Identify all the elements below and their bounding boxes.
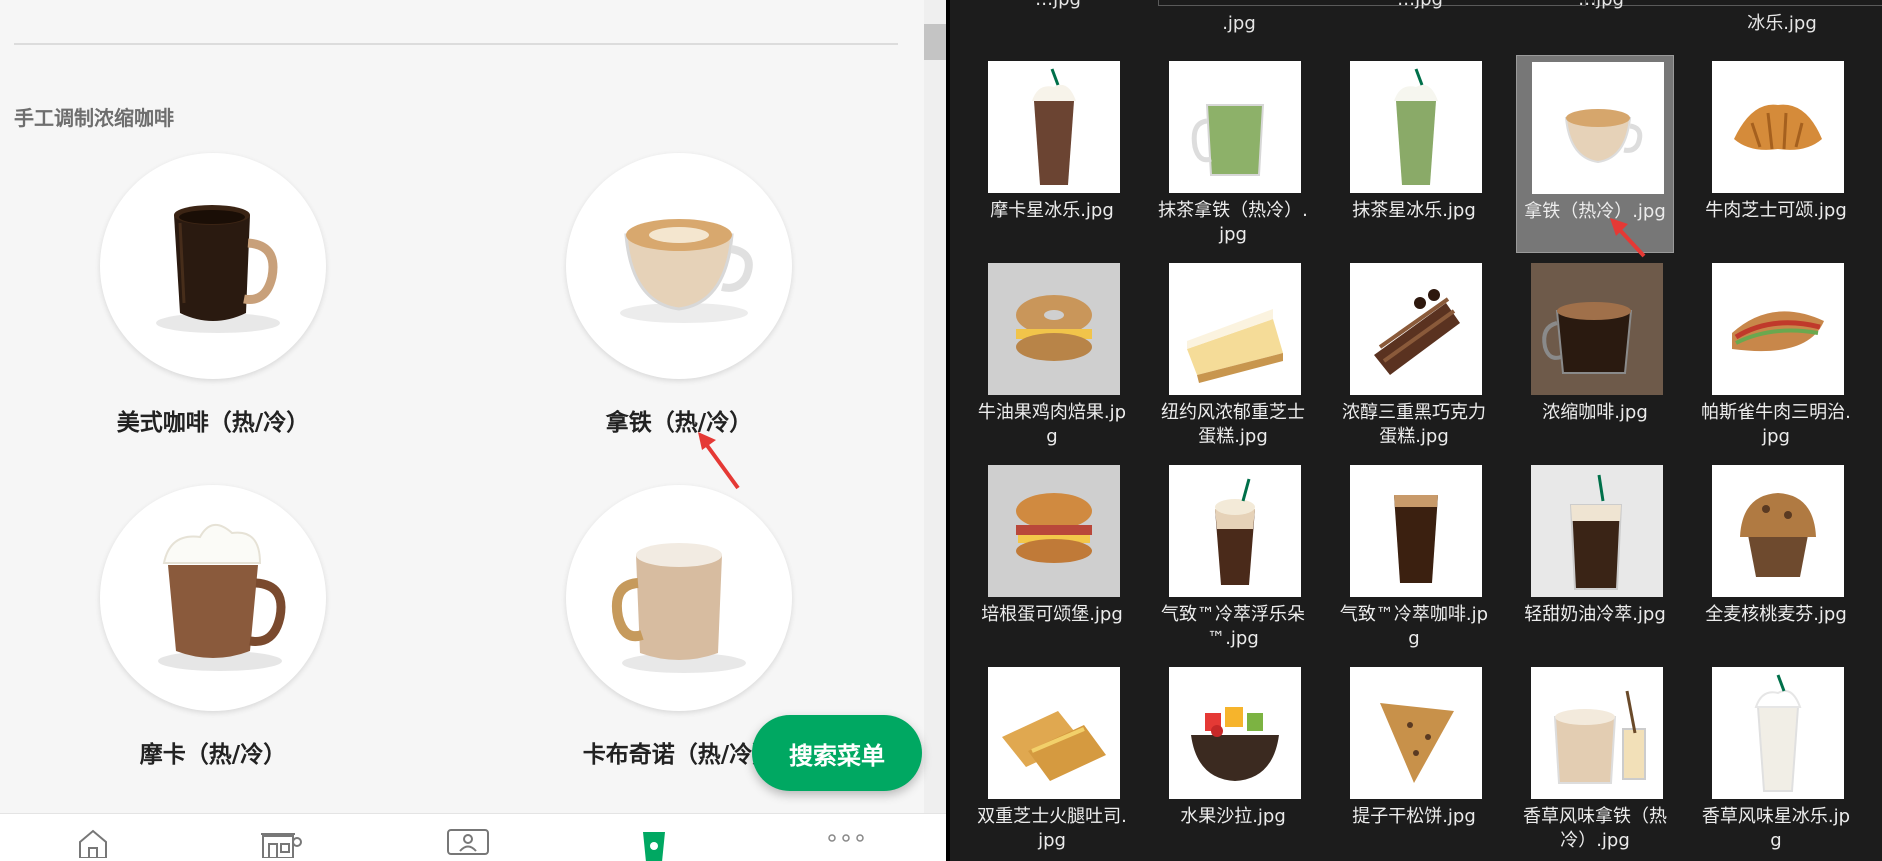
section-title: 手工调制浓缩咖啡 [14, 106, 174, 130]
muffin-thumbnail [1712, 465, 1844, 597]
file-tile-scone[interactable]: 提子干松饼.jpg [1335, 661, 1493, 859]
file-name-label: 纽约风浓郁重芝士蛋糕.jpg [1161, 402, 1305, 447]
file-name-label: 帕斯雀牛肉三明治.jpg [1701, 402, 1851, 447]
partial-file-label: …jpg [1513, 0, 1689, 12]
file-tile-bagel[interactable]: 牛油果鸡肉焙果.jpg [973, 257, 1131, 455]
file-tile-ham-toast[interactable]: 双重芝士火腿吐司.jpg [973, 661, 1131, 859]
file-name-label: 浓醇三重黑巧克力蛋糕.jpg [1342, 402, 1486, 447]
chocolate-cake-thumbnail [1350, 263, 1482, 395]
file-name-label: 轻甜奶油冷萃.jpg [1524, 604, 1666, 625]
bagel-thumbnail [988, 263, 1120, 395]
file-explorer-panel: …jpg .jpg …jpg …jpg 冰乐.jpg 摩卡星冰乐.jpg 抹茶拿铁… [950, 0, 1882, 861]
bottom-navigation [0, 813, 946, 861]
more-icon [828, 834, 864, 842]
nitro-float-thumbnail [1169, 465, 1301, 597]
vanilla-frappuccino-thumbnail [1712, 667, 1844, 799]
menu-item-latte[interactable]: 拿铁（热/冷） [498, 153, 858, 453]
store-icon [261, 833, 302, 858]
menu-item-americano[interactable]: 美式咖啡（热/冷） [32, 153, 392, 453]
file-name-label: 拿铁（热冷）.jpg [1524, 201, 1666, 222]
file-tile-vanilla-latte[interactable]: 香草风味拿铁（热冷）.jpg [1516, 661, 1674, 859]
nav-store[interactable] [242, 814, 322, 861]
scone-thumbnail [1350, 667, 1482, 799]
cup-icon [643, 832, 665, 861]
scrollbar-track[interactable] [924, 0, 946, 813]
ham-toast-thumbnail [988, 667, 1120, 799]
profile-card-icon [447, 829, 489, 855]
mocha-frappuccino-thumbnail [988, 61, 1120, 193]
nav-menu[interactable] [614, 814, 694, 861]
americano-image [100, 153, 326, 379]
file-name-label: 抹茶拿铁（热冷）.jpg [1158, 200, 1308, 245]
sandwich-thumbnail [1712, 263, 1844, 395]
file-name-label: 全麦核桃麦芬.jpg [1705, 604, 1847, 625]
nav-account[interactable] [428, 814, 508, 861]
file-name-label: 牛油果鸡肉焙果.jpg [977, 402, 1127, 447]
cold-brew-cream-thumbnail [1531, 465, 1663, 597]
partial-file-label: …jpg [1332, 0, 1508, 12]
file-name-label: 水果沙拉.jpg [1180, 806, 1286, 827]
file-name-label: 香草风味星冰乐.jpg [1701, 806, 1851, 851]
file-tile-vanilla-frappuccino[interactable]: 香草风味星冰乐.jpg [1697, 661, 1855, 859]
file-tile-nitro-float[interactable]: 气致™冷萃浮乐朵™.jpg [1154, 459, 1312, 657]
partial-file-label: .jpg [1222, 13, 1256, 34]
file-tile-croissant[interactable]: 牛肉芝士可颂.jpg [1697, 55, 1855, 253]
latte-thumbnail [1532, 62, 1664, 194]
file-tile-sandwich[interactable]: 帕斯雀牛肉三明治.jpg [1697, 257, 1855, 455]
file-tile-matcha-latte[interactable]: 抹茶拿铁（热冷）.jpg [1154, 55, 1312, 253]
home-icon [79, 829, 107, 858]
file-tile-cold-brew-cream[interactable]: 轻甜奶油冷萃.jpg [1516, 459, 1674, 657]
file-tile-matcha-frappuccino[interactable]: 抹茶星冰乐.jpg [1335, 55, 1493, 253]
vanilla-latte-thumbnail [1531, 667, 1663, 799]
file-name-label: 香草风味拿铁（热冷）.jpg [1523, 806, 1667, 851]
divider-line [14, 43, 898, 45]
nav-more[interactable] [806, 814, 886, 861]
latte-image [566, 153, 792, 379]
file-tile-bacon-croissant[interactable]: 培根蛋可颂堡.jpg [973, 459, 1131, 657]
menu-item-name: 摩卡（热/冷） [139, 742, 287, 768]
file-name-label: 气致™冷萃咖啡.jpg [1339, 604, 1489, 649]
file-name-label: 摩卡星冰乐.jpg [990, 200, 1114, 221]
file-tile-chocolate-cake[interactable]: 浓醇三重黑巧克力蛋糕.jpg [1335, 257, 1493, 455]
espresso-thumbnail [1531, 263, 1663, 395]
fruit-salad-thumbnail [1169, 667, 1301, 799]
annotation-arrow-icon [1610, 218, 1646, 258]
menu-item-mocha[interactable]: 摩卡（热/冷） [32, 485, 392, 785]
file-name-label: 牛肉芝士可颂.jpg [1705, 200, 1847, 221]
annotation-arrow-icon [698, 432, 740, 490]
partial-file-label: 冰乐.jpg [1747, 13, 1817, 34]
file-tile-espresso[interactable]: 浓缩咖啡.jpg [1516, 257, 1674, 455]
file-tile-nitro-cold-brew[interactable]: 气致™冷萃咖啡.jpg [1335, 459, 1493, 657]
cappuccino-image [566, 485, 792, 711]
scrollbar-thumb[interactable] [924, 24, 946, 60]
file-name-label: 气致™冷萃浮乐朵™.jpg [1161, 604, 1305, 649]
croissant-thumbnail [1712, 61, 1844, 193]
file-tile-latte[interactable]: 拿铁（热冷）.jpg [1516, 55, 1674, 253]
file-name-label: 提子干松饼.jpg [1352, 806, 1476, 827]
bacon-croissant-thumbnail [988, 465, 1120, 597]
mobile-app-panel: 手工调制浓缩咖啡 美式咖啡（热/冷） 拿铁（热/冷） 摩卡（热/冷） 卡布奇诺（… [0, 0, 946, 861]
menu-scroll-area[interactable]: 手工调制浓缩咖啡 美式咖啡（热/冷） 拿铁（热/冷） 摩卡（热/冷） 卡布奇诺（… [0, 0, 924, 813]
nitro-cold-brew-thumbnail [1350, 465, 1482, 597]
file-tile-mocha-frappuccino[interactable]: 摩卡星冰乐.jpg [973, 55, 1131, 253]
search-menu-button[interactable]: 搜索菜单 [752, 715, 922, 791]
menu-item-name: 拿铁（热/冷） [605, 410, 753, 436]
file-tile-fruit-salad[interactable]: 水果沙拉.jpg [1154, 661, 1312, 859]
file-name-label: 浓缩咖啡.jpg [1542, 402, 1648, 423]
cheesecake-thumbnail [1169, 263, 1301, 395]
file-tile-muffin[interactable]: 全麦核桃麦芬.jpg [1697, 459, 1855, 657]
mocha-image [100, 485, 326, 711]
file-name-label: 双重芝士火腿吐司.jpg [977, 806, 1127, 851]
file-name-label: 培根蛋可颂堡.jpg [981, 604, 1123, 625]
menu-item-name: 美式咖啡（热/冷） [116, 410, 310, 436]
file-name-label: 抹茶星冰乐.jpg [1352, 200, 1476, 221]
matcha-frappuccino-thumbnail [1350, 61, 1482, 193]
file-tile-cheesecake[interactable]: 纽约风浓郁重芝士蛋糕.jpg [1154, 257, 1312, 455]
matcha-latte-thumbnail [1169, 61, 1301, 193]
nav-home[interactable] [53, 814, 133, 861]
partial-file-label: …jpg [970, 0, 1146, 12]
